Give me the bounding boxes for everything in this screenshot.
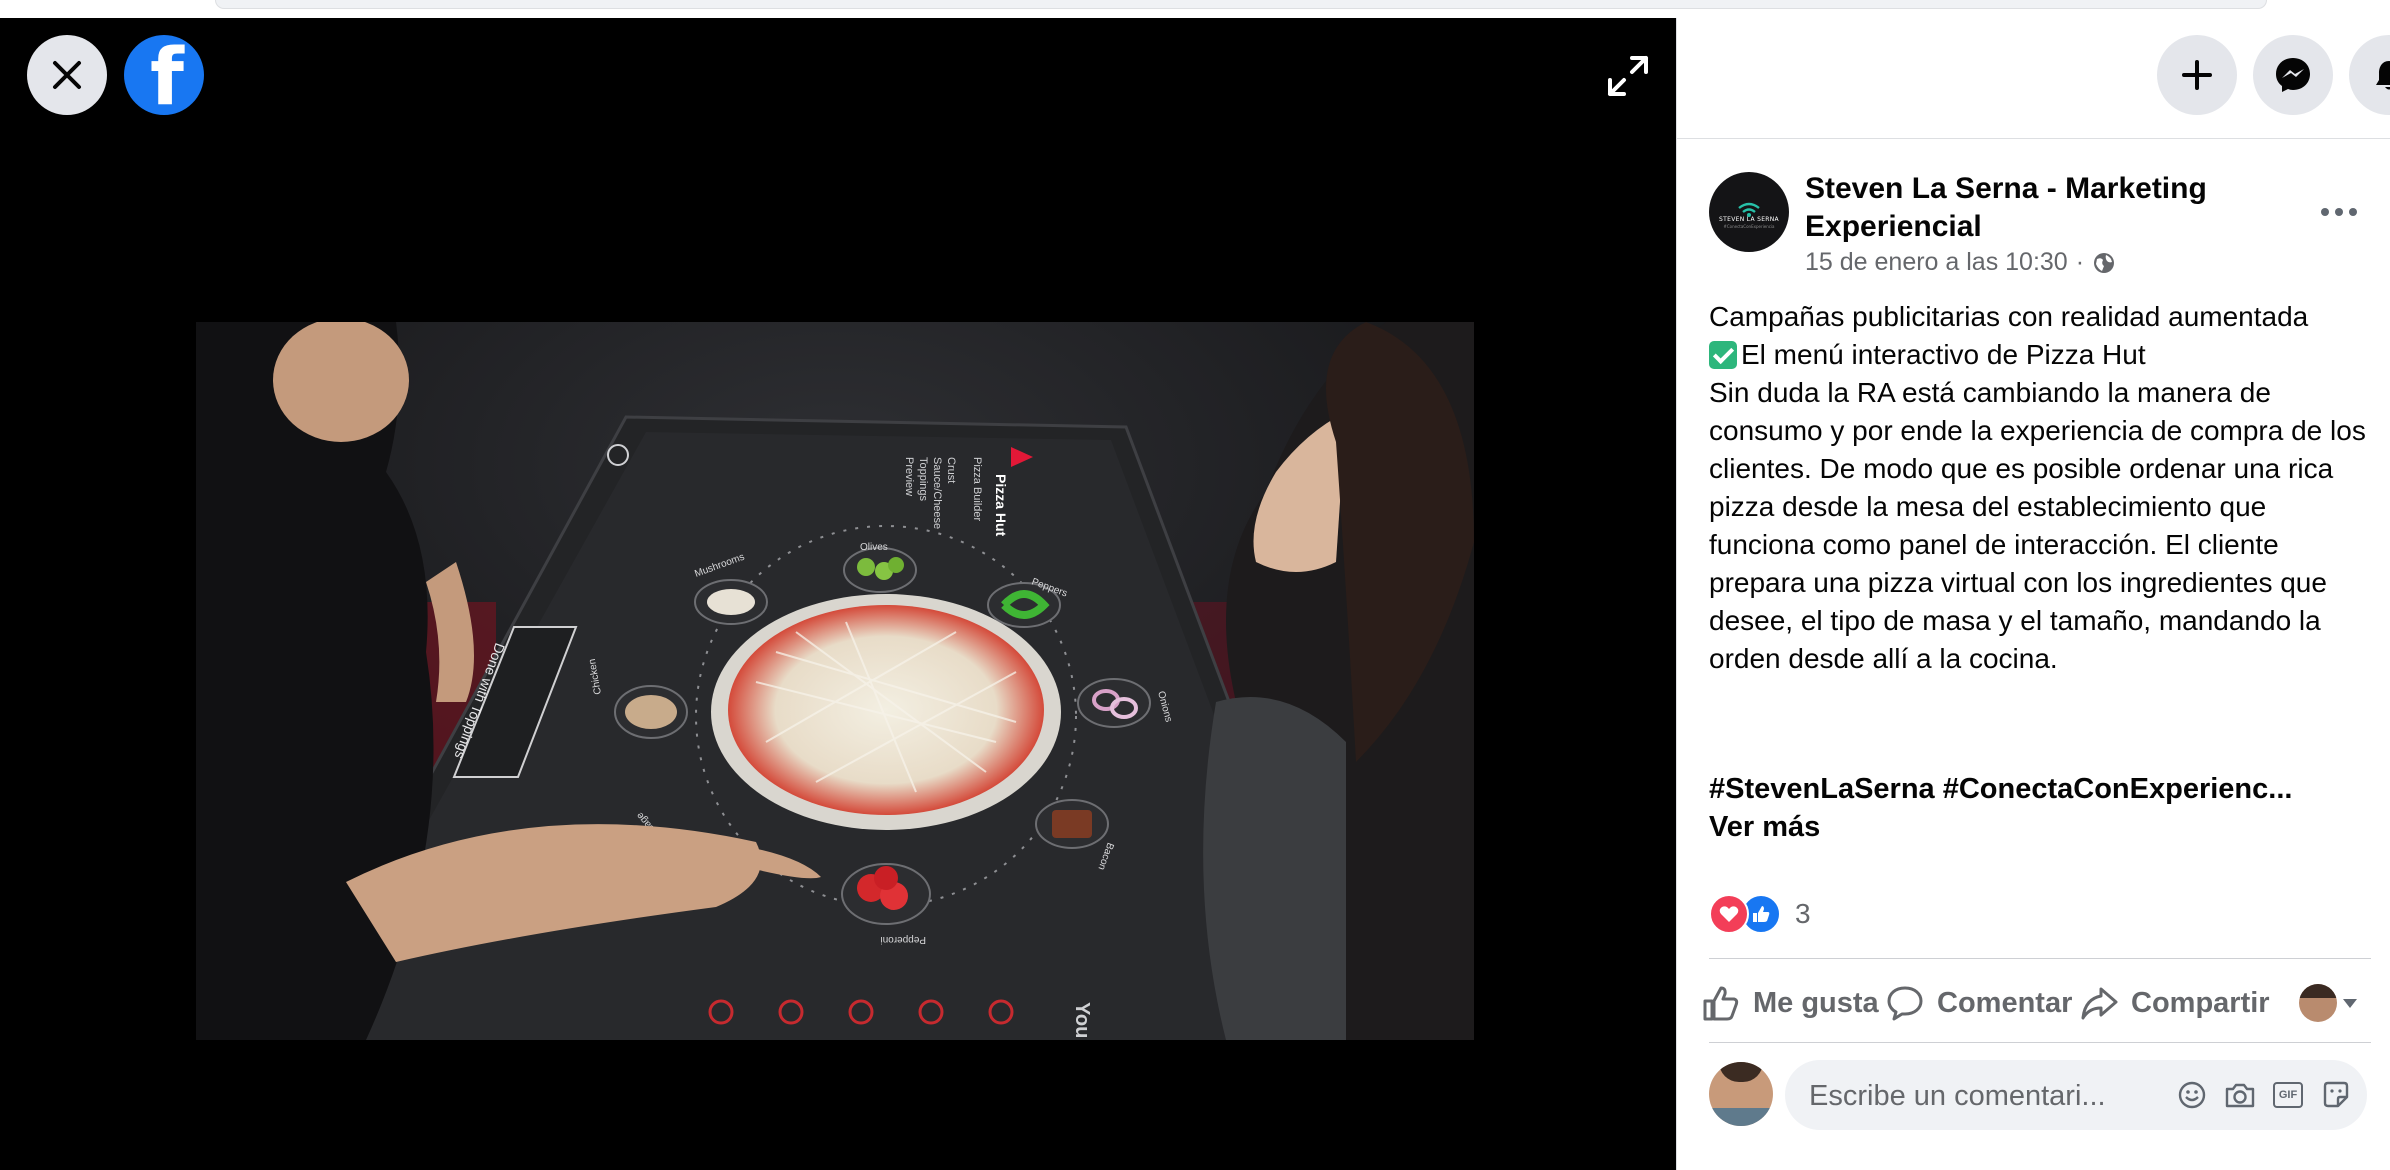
- post-actions: Me gusta Comentar Compartir: [1701, 978, 2371, 1028]
- post-timestamp[interactable]: 15 de enero a las 10:30: [1805, 248, 2068, 277]
- reactions-summary[interactable]: 3: [1709, 894, 1811, 934]
- avatar-logo-text: STEVEN LA SERNA: [1719, 216, 1779, 223]
- video-frame[interactable]: Pizza Hut Pizza Builder Crust Sauce/Chee…: [196, 322, 1474, 1040]
- bell-icon: [2376, 61, 2390, 90]
- emoji-icon: [2178, 1081, 2206, 1109]
- plus-icon: [2182, 60, 2212, 90]
- sticker-button[interactable]: [2319, 1078, 2353, 1112]
- reaction-count: 3: [1795, 898, 1811, 929]
- fullscreen-button[interactable]: [1604, 52, 1652, 100]
- love-reaction-icon: [1709, 894, 1749, 934]
- close-icon: [53, 61, 81, 89]
- globe-icon[interactable]: [2092, 251, 2116, 275]
- comment-placeholder: Escribe un comentari...: [1809, 1080, 2106, 1112]
- share-label: Compartir: [2131, 986, 2270, 1019]
- gif-button[interactable]: GIF: [2271, 1078, 2305, 1112]
- topping-label-olives: Olives: [860, 542, 888, 553]
- sidebar-header: [1677, 18, 2390, 139]
- thumbs-up-icon: [1703, 986, 1739, 1021]
- edge-text: You: [1071, 1002, 1093, 1038]
- sticker-icon: [2323, 1081, 2349, 1108]
- comment-icon: [1887, 986, 1923, 1021]
- messenger-button[interactable]: [2253, 35, 2333, 115]
- messenger-icon: [2276, 58, 2310, 92]
- camera-icon: [2225, 1083, 2255, 1108]
- comment-label: Comentar: [1937, 986, 2073, 1019]
- meta-separator: ·: [2075, 248, 2085, 276]
- user-mini-avatar: [2299, 984, 2337, 1022]
- post-hashtags[interactable]: #StevenLaSerna #ConectaConExperienc...: [1709, 770, 2369, 808]
- divider: [1709, 958, 2371, 959]
- comment-button[interactable]: Comentar: [1885, 978, 2072, 1028]
- post-paragraph-1: Campañas publicitarias con realidad aume…: [1709, 301, 2309, 332]
- facebook-f-icon: f: [150, 35, 184, 115]
- share-icon: [2081, 987, 2118, 1020]
- check-mark-icon: [1709, 341, 1737, 369]
- like-button[interactable]: Me gusta: [1701, 978, 1879, 1028]
- avatar-logo-subtext: #ConectaConExperiencia: [1723, 224, 1775, 229]
- top-bar: [215, 0, 2267, 9]
- menu-item-preview: Preview: [903, 457, 915, 496]
- close-button[interactable]: [27, 35, 107, 115]
- post-author[interactable]: Steven La Serna - Marketing Experiencial: [1805, 170, 2245, 246]
- notifications-button[interactable]: [2349, 35, 2390, 115]
- brand-label: Pizza Hut: [993, 474, 1009, 537]
- gif-icon: GIF: [2273, 1082, 2303, 1108]
- share-button[interactable]: Compartir: [2079, 978, 2270, 1028]
- emoji-button[interactable]: [2175, 1078, 2209, 1112]
- divider: [1709, 1042, 2371, 1043]
- media-viewer: f Pizza Hut Pizza Builder Crust Sauce/Ch…: [0, 18, 1676, 1170]
- post-paragraph-3: Sin duda la RA está cambiando la manera …: [1709, 377, 2366, 674]
- chevron-down-icon: [2343, 998, 2357, 1008]
- comment-input-tools: GIF: [2175, 1078, 2353, 1112]
- like-label: Me gusta: [1753, 986, 1879, 1019]
- create-button[interactable]: [2157, 35, 2237, 115]
- page-avatar[interactable]: STEVEN LA SERNA #ConectaConExperiencia: [1709, 172, 1789, 252]
- photo-button[interactable]: [2223, 1078, 2257, 1112]
- pizza: [711, 594, 1061, 830]
- see-more-link[interactable]: Ver más: [1709, 808, 1820, 846]
- post-paragraph-2-text: El menú interactivo de Pizza Hut: [1741, 339, 2146, 370]
- post-body: Campañas publicitarias con realidad aume…: [1709, 298, 2369, 678]
- expand-icon: [1608, 56, 1648, 96]
- video-scene: Pizza Hut Pizza Builder Crust Sauce/Chee…: [196, 322, 1474, 1040]
- browser-top-strip: [0, 0, 2390, 19]
- facebook-logo[interactable]: f: [124, 35, 204, 115]
- post-paragraph-2: El menú interactivo de Pizza Hut: [1709, 336, 2369, 374]
- post-sidebar: STEVEN LA SERNA #ConectaConExperiencia S…: [1676, 18, 2390, 1170]
- menu-item-toppings: Toppings: [917, 457, 929, 502]
- reaction-audience-selector[interactable]: [2299, 978, 2357, 1028]
- post-options-button[interactable]: [2309, 190, 2369, 234]
- post-meta: 15 de enero a las 10:30 ·: [1805, 248, 2116, 277]
- comment-input[interactable]: Escribe un comentari... GIF: [1785, 1060, 2367, 1130]
- more-icon: [2318, 203, 2360, 221]
- user-avatar[interactable]: [1709, 1062, 1773, 1126]
- menu-title: Pizza Builder: [971, 457, 983, 522]
- menu-item-crust: Crust: [945, 457, 957, 483]
- topping-label-pepperoni: Pepperoni: [880, 934, 926, 945]
- menu-item-sauce: Sauce/Cheese: [931, 457, 943, 529]
